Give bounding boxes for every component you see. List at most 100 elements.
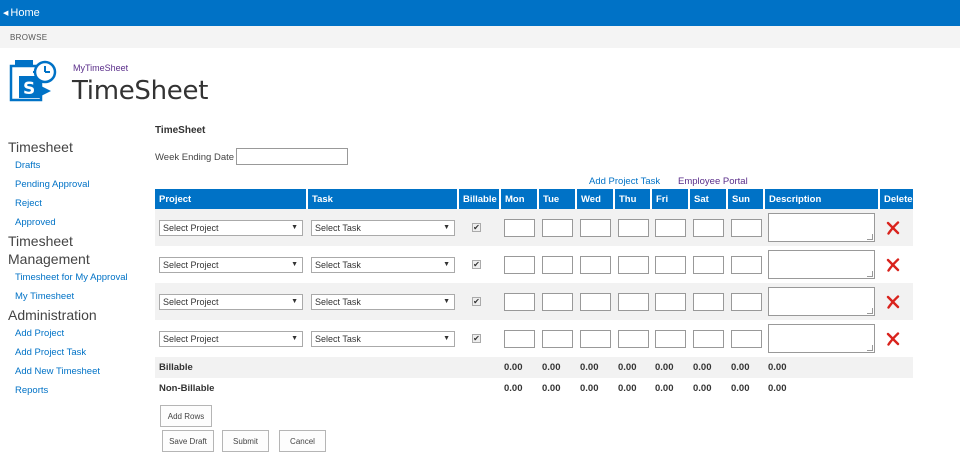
svg-text:S: S: [23, 79, 35, 99]
hours-cell-thu: [614, 246, 651, 283]
hours-input-sun[interactable]: [731, 292, 762, 311]
hours-input-fri[interactable]: [655, 329, 686, 348]
submit-button[interactable]: Submit: [222, 430, 269, 452]
nav-heading-timesheet-management-line2[interactable]: Management: [0, 250, 140, 268]
delete-x-icon[interactable]: [886, 220, 900, 235]
hours-input-mon[interactable]: [504, 329, 535, 348]
dropdown-arrow-icon: ▼: [443, 261, 450, 268]
hours-input-fri[interactable]: [655, 292, 686, 311]
hours-input-tue[interactable]: [542, 255, 573, 274]
task-select[interactable]: Select Task ▼: [311, 293, 455, 310]
hours-input-sun[interactable]: [731, 255, 762, 274]
hours-input-tue[interactable]: [542, 292, 573, 311]
task-select-value: Select Task: [315, 333, 361, 344]
task-select[interactable]: Select Task ▼: [311, 330, 455, 347]
nav-item-reject[interactable]: Reject: [0, 194, 140, 213]
description-textarea[interactable]: [768, 287, 875, 316]
hours-input-wed[interactable]: [580, 218, 611, 237]
project-select[interactable]: Select Project ▼: [159, 256, 303, 273]
site-breadcrumb[interactable]: MyTimeSheet: [73, 63, 128, 73]
hours-input-mon[interactable]: [504, 292, 535, 311]
employee-portal-link[interactable]: Employee Portal: [678, 176, 748, 187]
week-ending-input[interactable]: [236, 148, 348, 165]
hours-input-thu[interactable]: [618, 218, 649, 237]
delete-x-icon[interactable]: [886, 257, 900, 272]
section-title: TimeSheet: [155, 125, 206, 136]
hours-input-tue[interactable]: [542, 329, 573, 348]
nav-item-drafts[interactable]: Drafts: [0, 156, 140, 175]
project-select[interactable]: Select Project ▼: [159, 219, 303, 236]
project-select[interactable]: Select Project ▼: [159, 330, 303, 347]
nav-item-add-project-task[interactable]: Add Project Task: [0, 343, 140, 362]
hours-input-sun[interactable]: [731, 218, 762, 237]
hours-input-wed[interactable]: [580, 292, 611, 311]
nav-heading-timesheet-management-line1[interactable]: Timesheet: [0, 232, 140, 250]
dropdown-arrow-icon: ▼: [291, 261, 298, 268]
billable-checkbox[interactable]: ✔: [472, 334, 481, 343]
task-select[interactable]: Select Task ▼: [311, 219, 455, 236]
hours-input-sat[interactable]: [693, 292, 724, 311]
hours-input-wed[interactable]: [580, 329, 611, 348]
checkmark-icon: ✔: [473, 223, 480, 232]
hours-cell-sun: [727, 209, 764, 246]
billable-summary-label: Billable: [155, 357, 500, 378]
nav-item-approved[interactable]: Approved: [0, 213, 140, 232]
nav-item-timesheet-for-my-approval[interactable]: Timesheet for My Approval: [0, 268, 140, 287]
nav-item-my-timesheet[interactable]: My Timesheet: [0, 287, 140, 306]
description-textarea[interactable]: [768, 250, 875, 279]
project-select[interactable]: Select Project ▼: [159, 293, 303, 310]
hours-cell-sat: [689, 246, 727, 283]
browse-tab[interactable]: BROWSE: [10, 33, 47, 42]
hours-input-thu[interactable]: [618, 255, 649, 274]
delete-cell: [879, 320, 913, 357]
task-select[interactable]: Select Task ▼: [311, 256, 455, 273]
add-rows-button[interactable]: Add Rows: [160, 405, 212, 427]
hours-cell-tue: [538, 283, 576, 320]
hours-input-fri[interactable]: [655, 218, 686, 237]
timesheet-table: Project Task Billable Mon Tue Wed Thu Fr…: [155, 189, 913, 399]
description-textarea[interactable]: [768, 324, 875, 353]
billable-total-thu: 0.00: [614, 357, 651, 378]
hours-input-sun[interactable]: [731, 329, 762, 348]
hours-input-fri[interactable]: [655, 255, 686, 274]
quick-launch: Timesheet Drafts Pending Approval Reject…: [0, 138, 140, 400]
hours-input-sat[interactable]: [693, 329, 724, 348]
nav-item-reports[interactable]: Reports: [0, 381, 140, 400]
home-link[interactable]: Home: [10, 7, 39, 19]
chevron-left-icon[interactable]: ◀: [3, 9, 8, 17]
hours-input-sat[interactable]: [693, 255, 724, 274]
hours-input-thu[interactable]: [618, 292, 649, 311]
billable-checkbox[interactable]: ✔: [472, 223, 481, 232]
delete-x-icon[interactable]: [886, 331, 900, 346]
delete-x-icon[interactable]: [886, 294, 900, 309]
cancel-button[interactable]: Cancel: [279, 430, 326, 452]
billable-checkbox[interactable]: ✔: [472, 260, 481, 269]
nav-item-add-project[interactable]: Add Project: [0, 324, 140, 343]
nav-heading-administration[interactable]: Administration: [0, 306, 140, 324]
header-task: Task: [307, 189, 459, 209]
delete-cell: [879, 246, 913, 283]
hours-input-tue[interactable]: [542, 218, 573, 237]
nav-item-pending-approval[interactable]: Pending Approval: [0, 175, 140, 194]
dropdown-arrow-icon: ▼: [291, 224, 298, 231]
hours-cell-sat: [689, 283, 727, 320]
hours-input-mon[interactable]: [504, 255, 535, 274]
table-header-row: Project Task Billable Mon Tue Wed Thu Fr…: [155, 189, 913, 209]
nonbillable-total-sat: 0.00: [689, 378, 727, 399]
hours-input-thu[interactable]: [618, 329, 649, 348]
hours-cell-fri: [651, 320, 689, 357]
description-cell: [764, 320, 879, 357]
ribbon-tab-bar: BROWSE: [0, 26, 960, 48]
sharepoint-timesheet-logo[interactable]: S: [9, 58, 57, 106]
description-textarea[interactable]: [768, 213, 875, 242]
nav-item-add-new-timesheet[interactable]: Add New Timesheet: [0, 362, 140, 381]
add-project-task-link[interactable]: Add Project Task: [589, 176, 660, 187]
dropdown-arrow-icon: ▼: [443, 298, 450, 305]
task-select-value: Select Task: [315, 222, 361, 233]
hours-input-mon[interactable]: [504, 218, 535, 237]
hours-input-wed[interactable]: [580, 255, 611, 274]
hours-input-sat[interactable]: [693, 218, 724, 237]
save-draft-button[interactable]: Save Draft: [162, 430, 214, 452]
nav-heading-timesheet[interactable]: Timesheet: [0, 138, 140, 156]
billable-checkbox[interactable]: ✔: [472, 297, 481, 306]
